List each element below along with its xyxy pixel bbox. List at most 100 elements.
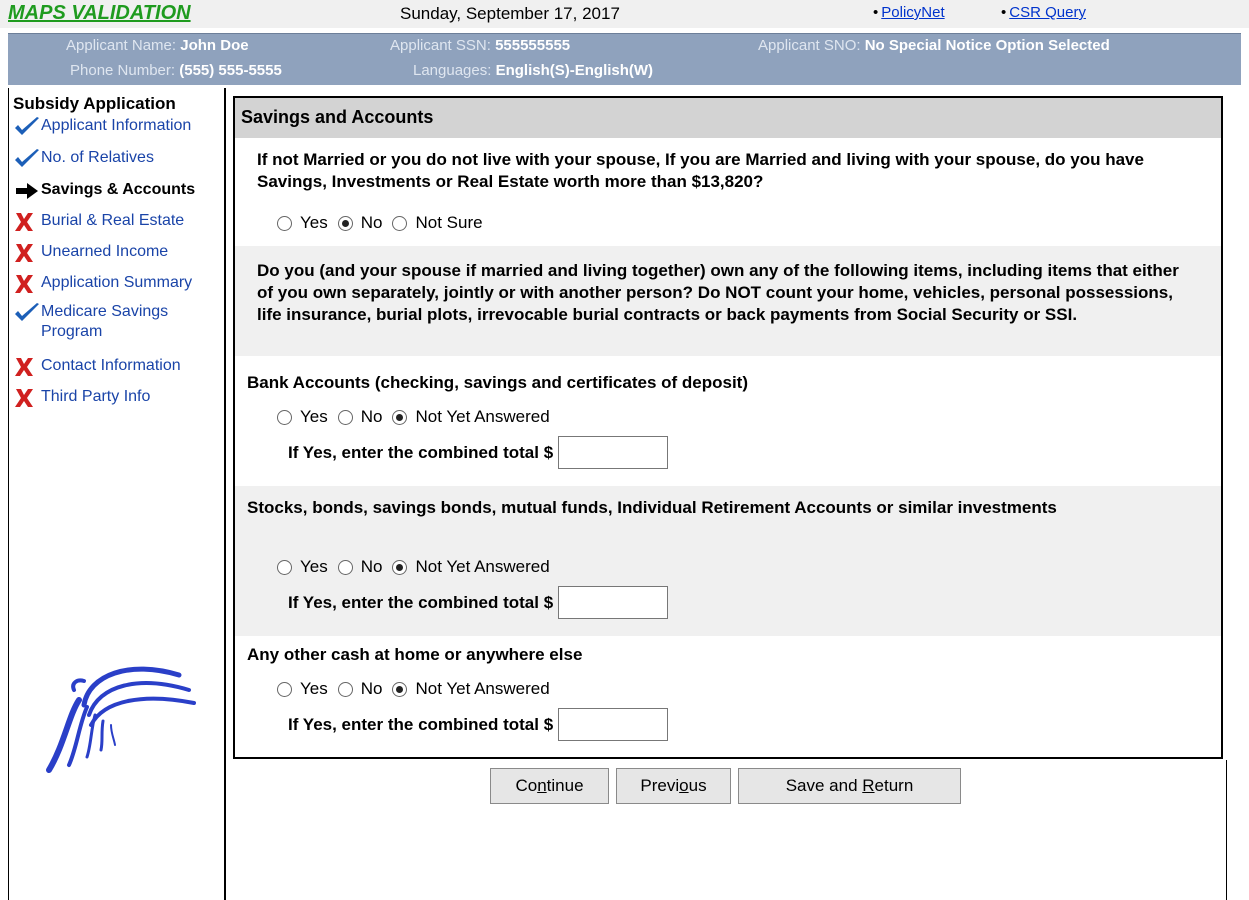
checkmark-icon [13, 302, 41, 324]
investments-section: Stocks, bonds, savings bonds, mutual fun… [235, 486, 1221, 636]
applicant-ssn-field: Applicant SSN: 555555555 [390, 37, 570, 54]
bank-accounts-section: Bank Accounts (checking, savings and cer… [235, 356, 1221, 486]
q1-yes-radio[interactable] [277, 215, 292, 231]
applicant-sno-label: Applicant SNO: [758, 37, 861, 54]
bank-accounts-radio-group: Yes No Not Yet Answered [277, 407, 560, 427]
applicant-name-value: John Doe [180, 37, 249, 54]
radio-label: No [360, 679, 383, 698]
sidebar-item-third-party-info[interactable]: Third Party Info [13, 387, 150, 409]
current-date: Sunday, September 17, 2017 [400, 4, 620, 23]
sidebar-item-label: Third Party Info [41, 388, 151, 405]
radio-label: Yes [300, 679, 328, 698]
app-title[interactable]: MAPS VALIDATION [8, 2, 191, 25]
applicant-sno-value: No Special Notice Option Selected [864, 37, 1110, 54]
intro-text: Do you (and your spouse if married and l… [257, 261, 1179, 324]
radio-label: Not Yet Answered [415, 679, 550, 698]
savings-accounts-panel: Savings and Accounts If not Married or y… [233, 96, 1223, 759]
bank-accounts-not-yet-answered-radio[interactable] [392, 409, 408, 425]
sidebar-item-unearned-income[interactable]: Unearned Income [13, 242, 168, 264]
applicant-sno-field: Applicant SNO: No Special Notice Option … [758, 37, 1110, 54]
sidebar-title: Subsidy Application [13, 94, 176, 113]
sidebar-item-label: Savings & Accounts [41, 181, 196, 198]
q1-section: If not Married or you do not live with y… [235, 138, 1221, 246]
policynet-link-wrap: • PolicyNet [873, 4, 945, 21]
other-cash-no-radio[interactable] [337, 681, 353, 697]
languages-value: English(S)-English(W) [495, 62, 654, 79]
button-label: Previous [640, 776, 707, 795]
applicant-ssn-label: Applicant SSN: [390, 37, 491, 54]
bank-accounts-no-radio[interactable] [337, 409, 353, 425]
phone-number-label: Phone Number: [70, 62, 176, 79]
x-icon [13, 211, 41, 233]
total-label: If Yes, enter the combined total $ [288, 592, 554, 612]
sidebar-item-label: No. of Relatives [41, 149, 154, 166]
button-label: Continue [515, 776, 584, 795]
investments-total-input[interactable] [558, 586, 669, 619]
investments-no-radio[interactable] [337, 559, 353, 575]
applicant-header: Applicant Name: John Doe Applicant SSN: … [8, 33, 1241, 85]
arrow-right-icon [13, 180, 41, 202]
sidebar-item-applicant-information[interactable]: Applicant Information [13, 116, 191, 138]
total-label: If Yes, enter the combined total $ [288, 442, 554, 462]
radio-label: Not Yet Answered [415, 557, 550, 576]
sidebar-item-no-of-relatives[interactable]: No. of Relatives [13, 148, 154, 170]
radio-label: Not Yet Answered [415, 407, 550, 426]
applicant-ssn-value: 555555555 [495, 37, 571, 54]
other-cash-total-input[interactable] [558, 708, 669, 741]
sidebar-item-medicare-savings-program[interactable]: Medicare Savings Program [13, 302, 203, 342]
x-icon [13, 356, 41, 378]
investments-yes-radio[interactable] [277, 559, 292, 575]
radio-label: Not Sure [415, 213, 483, 232]
phone-number-field: Phone Number: (555) 555-5555 [70, 62, 282, 79]
continue-button[interactable]: Continue [490, 768, 609, 804]
q1-radio-group: Yes No Not Sure [277, 213, 493, 233]
checkmark-icon [13, 116, 41, 138]
sidebar-item-label: Unearned Income [41, 243, 169, 260]
sidebar-item-label: Applicant Information [41, 117, 192, 134]
other-cash-total-row: If Yes, enter the combined total $ [288, 708, 669, 741]
bullet-icon: • [873, 4, 879, 21]
total-label: If Yes, enter the combined total $ [288, 714, 554, 734]
sidebar-item-label: Application Summary [41, 274, 193, 291]
csr-query-link[interactable]: CSR Query [1009, 4, 1086, 21]
other-cash-question: Any other cash at home or anywhere else [247, 645, 583, 664]
radio-label: No [360, 213, 383, 232]
q1-text: If not Married or you do not live with y… [257, 150, 1144, 191]
investments-question: Stocks, bonds, savings bonds, mutual fun… [247, 498, 1057, 517]
sidebar-item-label: Medicare Savings Program [41, 303, 169, 340]
panel-title: Savings and Accounts [235, 98, 1221, 138]
q1-no-radio[interactable] [337, 215, 353, 231]
sidebar-item-burial-real-estate[interactable]: Burial & Real Estate [13, 211, 184, 233]
radio-label: No [360, 557, 383, 576]
csr-query-link-wrap: • CSR Query [1001, 4, 1086, 21]
intro-section: Do you (and your spouse if married and l… [235, 246, 1221, 356]
radio-label: No [360, 407, 383, 426]
sidebar-item-application-summary[interactable]: Application Summary [13, 273, 192, 295]
other-cash-section: Any other cash at home or anywhere else … [235, 636, 1221, 757]
bank-accounts-question: Bank Accounts (checking, savings and cer… [247, 373, 748, 392]
investments-not-yet-answered-radio[interactable] [392, 559, 408, 575]
investments-radio-group: Yes No Not Yet Answered [277, 557, 560, 577]
other-cash-yes-radio[interactable] [277, 681, 292, 697]
sidebar-item-contact-information[interactable]: Contact Information [13, 356, 181, 378]
radio-label: Yes [300, 557, 328, 576]
policynet-link[interactable]: PolicyNet [881, 4, 944, 21]
x-icon [13, 387, 41, 409]
applicant-name-label: Applicant Name: [66, 37, 177, 54]
sidebar-item-savings-accounts[interactable]: Savings & Accounts [13, 180, 195, 202]
q1-not-sure-radio[interactable] [392, 215, 408, 231]
languages-field: Languages: English(S)-English(W) [413, 62, 653, 79]
save-and-return-button[interactable]: Save and Return [738, 768, 961, 804]
other-cash-not-yet-answered-radio[interactable] [392, 681, 408, 697]
bullet-icon: • [1001, 4, 1007, 21]
phone-number-value: (555) 555-5555 [179, 62, 282, 79]
other-cash-radio-group: Yes No Not Yet Answered [277, 679, 560, 699]
sidebar-item-label: Contact Information [41, 357, 181, 374]
previous-button[interactable]: Previous [616, 768, 731, 804]
x-icon [13, 242, 41, 264]
bank-accounts-yes-radio[interactable] [277, 409, 292, 425]
bank-accounts-total-input[interactable] [558, 436, 669, 469]
top-bar: MAPS VALIDATION Sunday, September 17, 20… [0, 0, 1249, 28]
eagle-logo-icon [46, 666, 196, 773]
x-icon [13, 273, 41, 295]
